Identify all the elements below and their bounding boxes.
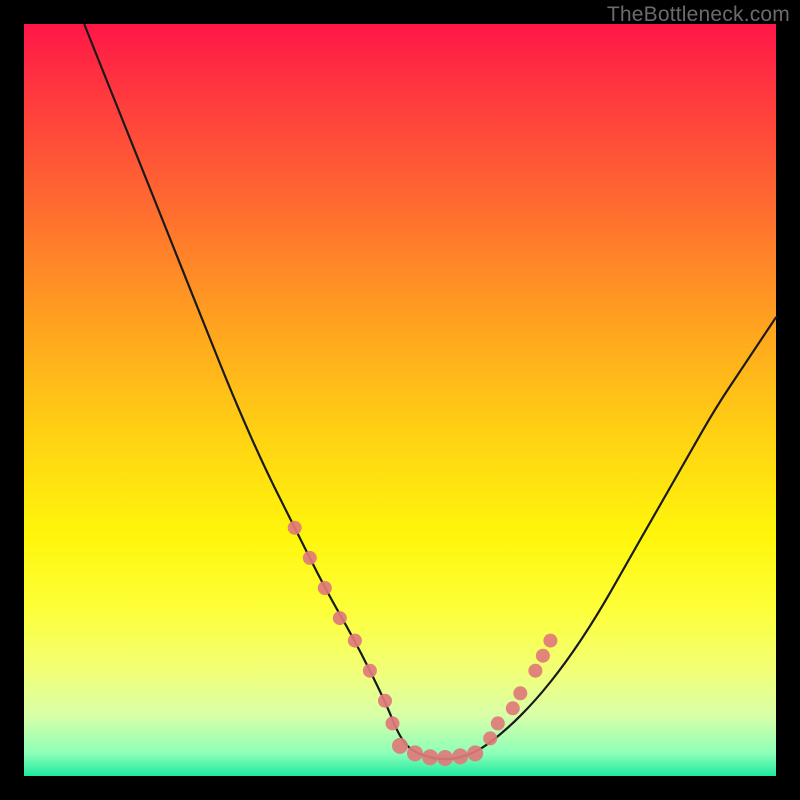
bead-marker xyxy=(491,716,505,730)
bead-marker xyxy=(422,749,438,765)
bead-marker xyxy=(536,649,550,663)
bead-group xyxy=(288,521,558,766)
watermark-text: TheBottleneck.com xyxy=(607,3,790,27)
bead-marker xyxy=(528,664,542,678)
bead-marker xyxy=(543,634,557,648)
bead-marker xyxy=(452,748,468,764)
plot-area xyxy=(24,24,776,776)
bead-marker xyxy=(506,701,520,715)
curve-svg xyxy=(24,24,776,776)
bead-marker xyxy=(513,686,527,700)
bead-marker xyxy=(386,716,400,730)
bead-marker xyxy=(407,745,423,761)
bead-marker xyxy=(318,581,332,595)
bead-marker xyxy=(467,745,483,761)
bead-marker xyxy=(483,731,497,745)
chart-stage: TheBottleneck.com xyxy=(0,0,800,800)
bead-marker xyxy=(378,694,392,708)
bead-marker xyxy=(392,738,408,754)
bead-marker xyxy=(288,521,302,535)
bead-marker xyxy=(303,551,317,565)
bottleneck-curve xyxy=(84,24,776,759)
bead-marker xyxy=(437,750,453,766)
bead-marker xyxy=(363,664,377,678)
bead-marker xyxy=(348,634,362,648)
bead-marker xyxy=(333,611,347,625)
